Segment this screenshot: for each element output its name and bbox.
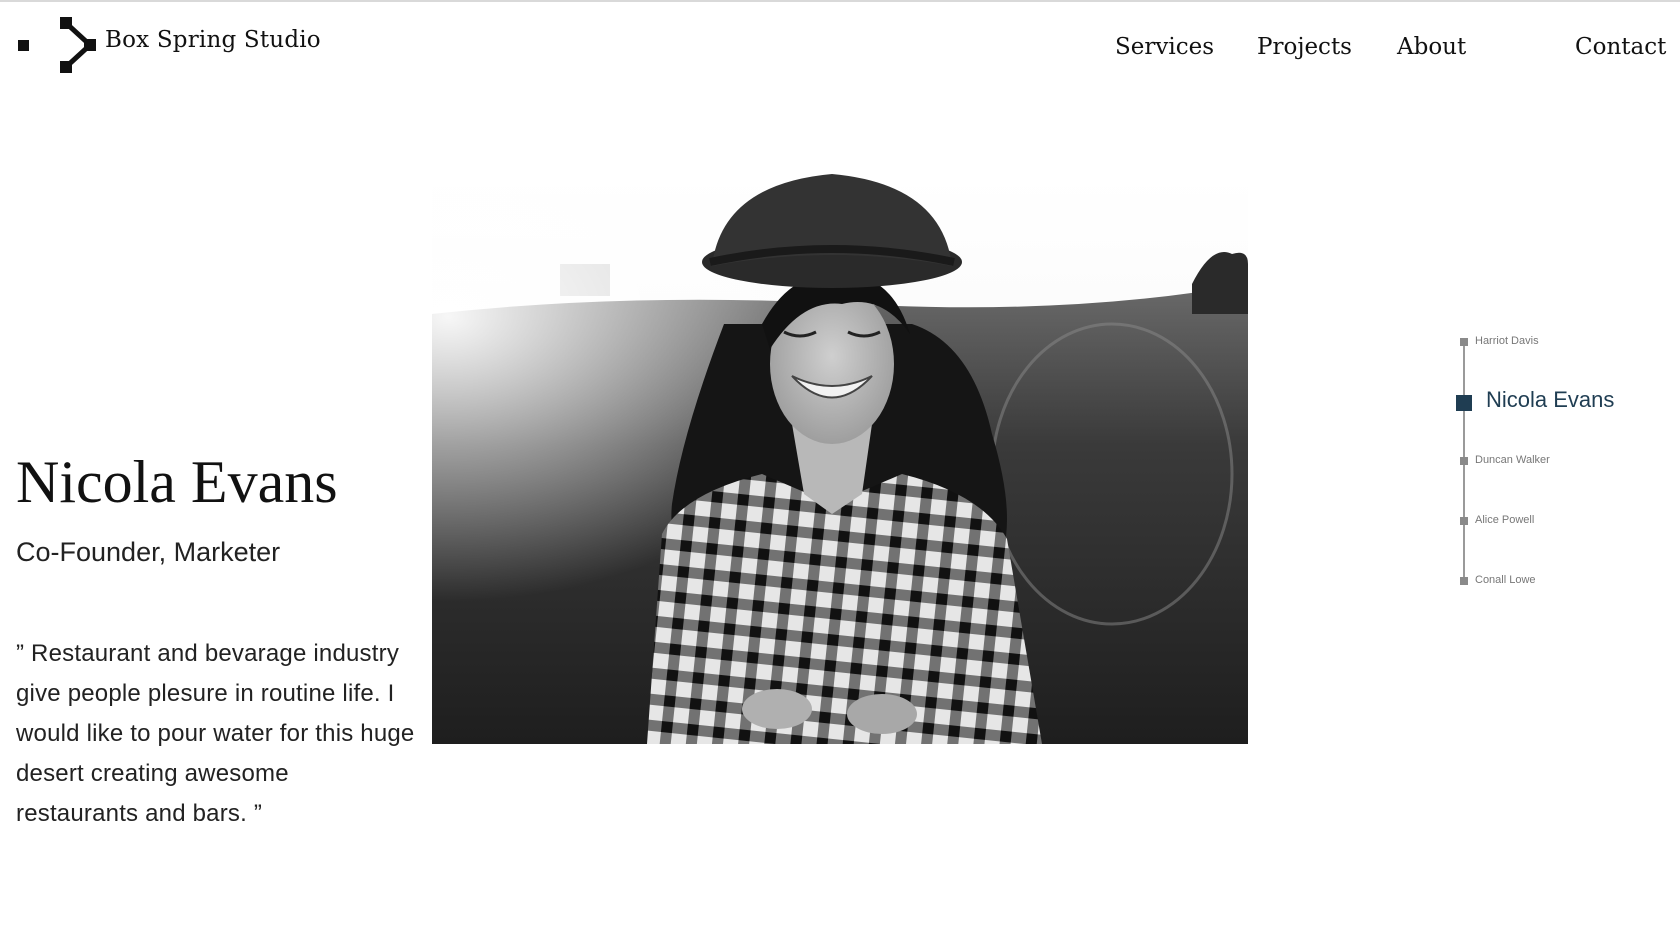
profile-role: Co-Founder, Marketer: [16, 537, 281, 567]
menu-square-icon[interactable]: [18, 40, 29, 51]
nav-projects[interactable]: Projects: [1257, 34, 1352, 60]
timeline-dot-icon: [1460, 577, 1468, 585]
team-item-label[interactable]: Duncan Walker: [1475, 454, 1550, 466]
team-item-label-active[interactable]: Nicola Evans: [1486, 387, 1614, 413]
brand-name[interactable]: Box Spring Studio: [105, 27, 321, 53]
box-spring-logo-icon[interactable]: [58, 17, 96, 73]
team-item-label[interactable]: Conall Lowe: [1475, 574, 1536, 586]
nav-services[interactable]: Services: [1115, 34, 1214, 60]
timeline-dot-icon: [1460, 457, 1468, 465]
profile-name: Nicola Evans: [16, 449, 338, 515]
nav-about[interactable]: About: [1397, 34, 1466, 60]
timeline-dot-icon: [1460, 338, 1468, 346]
nav-contact[interactable]: Contact: [1575, 34, 1666, 60]
timeline-dot-icon: [1460, 517, 1468, 525]
profile-quote: ” Restaurant and bevarage industry give …: [16, 640, 415, 827]
profile-photo: [432, 174, 1248, 744]
timeline-active-dot-icon: [1456, 395, 1472, 411]
top-border: [0, 0, 1680, 2]
team-item-label[interactable]: Harriot Davis: [1475, 335, 1539, 347]
team-item-label[interactable]: Alice Powell: [1475, 514, 1534, 526]
